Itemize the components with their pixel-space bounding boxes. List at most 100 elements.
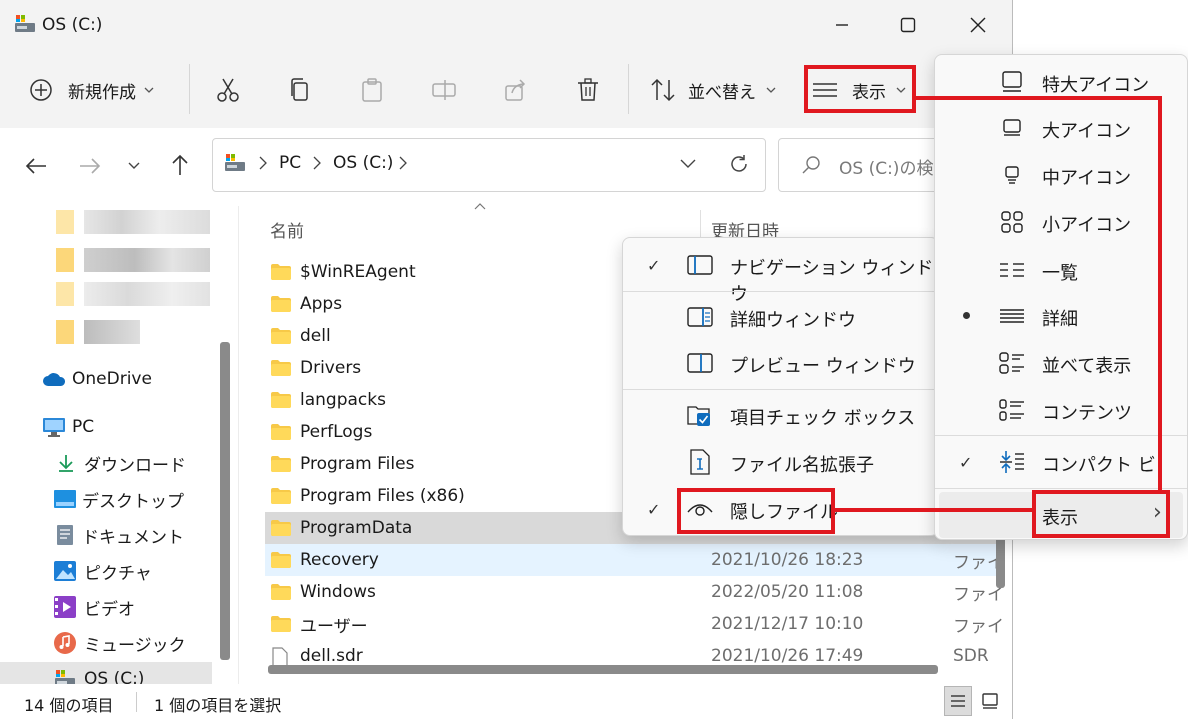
menu-item-label: 小アイコン bbox=[1042, 215, 1132, 236]
table-row[interactable]: Recovery 2021/10/26 18:23 ファイ bbox=[265, 544, 1005, 576]
share-button[interactable] bbox=[494, 66, 538, 114]
menu-item-content[interactable]: コンテンツ bbox=[935, 387, 1187, 433]
status-bar: 14 個の項目 1 個の項目を選択 bbox=[0, 684, 1012, 719]
nav-label: ミュージック bbox=[84, 635, 186, 656]
paste-button[interactable] bbox=[350, 66, 394, 114]
address-history-button[interactable] bbox=[675, 151, 701, 177]
list-view-icon bbox=[999, 261, 1025, 279]
menu-item-medium-icons[interactable]: 中アイコン bbox=[935, 152, 1187, 198]
folder-icon bbox=[270, 615, 292, 633]
menu-item-label: 項目チェック ボックス bbox=[730, 408, 916, 429]
folder-icon bbox=[270, 295, 292, 313]
chevron-right-icon[interactable] bbox=[313, 156, 321, 170]
menu-item-label: プレビュー ウィンドウ bbox=[730, 356, 916, 377]
menu-item-preview-pane[interactable]: プレビュー ウィンドウ bbox=[623, 340, 938, 386]
toolbar-separator bbox=[628, 64, 629, 114]
menu-item-compact-view[interactable]: ✓ コンパクト ビュー bbox=[935, 439, 1187, 485]
arrow-right-icon bbox=[80, 158, 101, 174]
menu-item-label: 特大アイコン bbox=[1042, 75, 1150, 96]
nav-item-pc[interactable]: PC bbox=[0, 410, 212, 444]
horizontal-scrollbar-thumb[interactable] bbox=[268, 665, 938, 674]
nav-label: デスクトップ bbox=[82, 491, 184, 512]
trash-icon bbox=[578, 78, 598, 101]
refresh-icon bbox=[731, 155, 747, 172]
view-menu: 特大アイコン 大アイコン 中アイコン 小アイコン 一覧 詳細 並べて表示 コンテ… bbox=[934, 54, 1188, 540]
drive-icon bbox=[223, 153, 247, 173]
close-button[interactable] bbox=[956, 8, 1000, 42]
nav-item-documents[interactable]: ドキュメント bbox=[0, 518, 212, 552]
menu-item-large-icons[interactable]: 大アイコン bbox=[935, 105, 1187, 151]
forward-button[interactable] bbox=[74, 150, 106, 182]
chevron-right-icon[interactable] bbox=[399, 156, 407, 170]
column-header-name[interactable]: 名前 bbox=[270, 217, 304, 242]
copy-button[interactable] bbox=[278, 66, 322, 114]
file-name: Windows bbox=[300, 582, 376, 602]
nav-item-videos[interactable]: ビデオ bbox=[0, 590, 212, 624]
recent-locations-button[interactable] bbox=[122, 154, 146, 178]
highlight-box-show-item bbox=[1032, 490, 1170, 538]
title-bar: OS (C:) bbox=[0, 0, 1012, 52]
refresh-button[interactable] bbox=[725, 150, 753, 178]
copy-icon bbox=[291, 78, 308, 101]
scissors-icon bbox=[217, 78, 239, 102]
highlight-connector bbox=[835, 508, 1033, 512]
table-row[interactable]: ユーザー 2021/12/17 10:10 ファイ bbox=[265, 608, 1005, 640]
menu-item-label: ファイル名拡張子 bbox=[730, 455, 874, 476]
breadcrumb-os[interactable]: OS (C:) bbox=[333, 153, 393, 173]
rename-icon bbox=[432, 80, 456, 100]
compact-view-icon bbox=[999, 450, 1025, 474]
file-name: Program Files bbox=[300, 454, 415, 474]
large-icons-icon bbox=[1002, 118, 1022, 138]
nav-item-desktop[interactable]: デスクトップ bbox=[0, 482, 212, 516]
menu-item-label: 一覧 bbox=[1042, 263, 1078, 284]
folder-icon bbox=[270, 583, 292, 601]
desktop-icon bbox=[54, 490, 76, 508]
nav-item-downloads[interactable]: ダウンロード bbox=[0, 446, 212, 480]
blurred-item bbox=[84, 320, 140, 344]
folder-icon bbox=[270, 519, 292, 537]
breadcrumb-pc[interactable]: PC bbox=[279, 153, 301, 173]
menu-item-small-icons[interactable]: 小アイコン bbox=[935, 199, 1187, 245]
cut-button[interactable] bbox=[206, 66, 250, 114]
preview-pane-icon bbox=[687, 353, 713, 373]
table-row[interactable]: Windows 2022/05/20 11:08 ファイ bbox=[265, 576, 1005, 608]
arrow-up-icon bbox=[172, 154, 188, 175]
menu-item-item-checkboxes[interactable]: 項目チェック ボックス bbox=[623, 392, 938, 438]
address-bar[interactable]: PC OS (C:) bbox=[212, 138, 766, 192]
nav-item-onedrive[interactable]: OneDrive bbox=[0, 362, 212, 396]
delete-button[interactable] bbox=[566, 66, 610, 114]
chevron-right-icon[interactable] bbox=[259, 156, 267, 170]
menu-item-details-pane[interactable]: 詳細ウィンドウ bbox=[623, 294, 938, 340]
minimize-button[interactable] bbox=[820, 8, 864, 42]
up-button[interactable] bbox=[164, 148, 196, 182]
menu-item-file-extensions[interactable]: ファイル名拡張子 bbox=[623, 439, 938, 485]
sort-arrows-icon bbox=[650, 77, 676, 103]
file-name: Apps bbox=[300, 294, 343, 314]
folder-icon bbox=[270, 391, 292, 409]
sort-button[interactable]: 並べ替え bbox=[650, 66, 780, 114]
nav-item-pictures[interactable]: ピクチャ bbox=[0, 554, 212, 588]
blurred-item bbox=[84, 210, 210, 234]
new-button[interactable]: 新規作成 bbox=[28, 66, 168, 114]
details-pane-icon bbox=[687, 307, 713, 327]
highlight-box-view-button bbox=[804, 65, 916, 113]
new-button-label: 新規作成 bbox=[68, 82, 136, 103]
maximize-button[interactable] bbox=[886, 8, 930, 42]
folder-icon bbox=[270, 487, 292, 505]
menu-item-tiles[interactable]: 並べて表示 bbox=[935, 340, 1187, 386]
file-name: PerfLogs bbox=[300, 422, 373, 442]
nav-item-music[interactable]: ミュージック bbox=[0, 626, 212, 660]
rename-button[interactable] bbox=[422, 66, 466, 114]
menu-item-navigation-pane[interactable]: ✓ ナビゲーション ウィンドウ bbox=[623, 242, 938, 305]
highlight-connector bbox=[914, 96, 1162, 100]
details-view-toggle[interactable] bbox=[944, 686, 972, 716]
file-type: SDR bbox=[953, 646, 989, 666]
blurred-item bbox=[84, 282, 210, 306]
nav-scrollbar-thumb[interactable] bbox=[220, 342, 230, 660]
back-button[interactable] bbox=[20, 150, 52, 182]
menu-item-details[interactable]: 詳細 bbox=[935, 293, 1187, 339]
content-view-icon bbox=[999, 399, 1025, 421]
large-icons-view-toggle[interactable] bbox=[976, 686, 1004, 716]
menu-item-list[interactable]: 一覧 bbox=[935, 247, 1187, 293]
folder-icon bbox=[270, 359, 292, 377]
